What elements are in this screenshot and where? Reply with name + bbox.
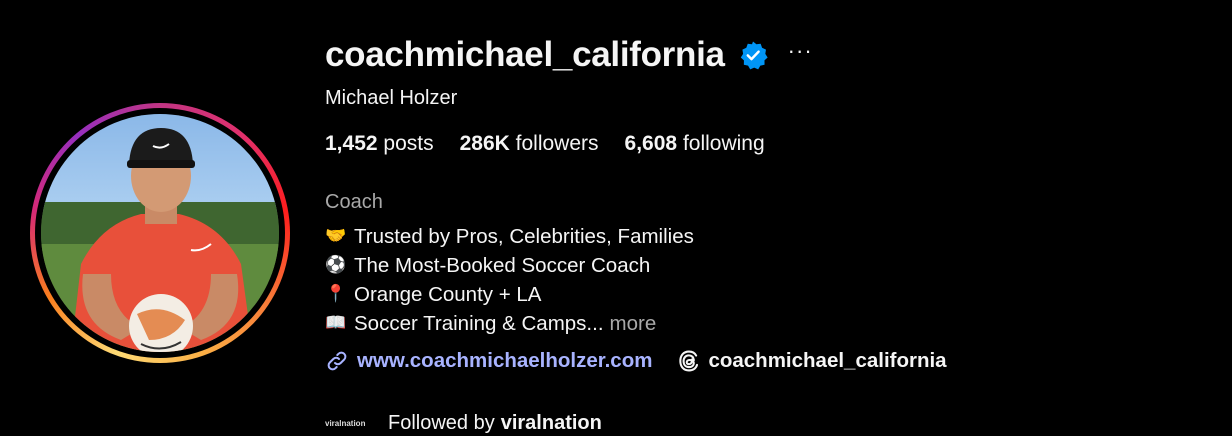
following-count: 6,608	[624, 132, 678, 155]
username: coachmichael_california	[325, 35, 725, 74]
bio-text: Orange County + LA	[354, 283, 542, 306]
bio-text: Trusted by Pros, Celebrities, Families	[354, 225, 694, 248]
followed-by-avatar[interactable]: viralnation	[325, 414, 369, 434]
following-label: following	[682, 132, 765, 155]
following-stat[interactable]: 6,608 following	[625, 132, 765, 156]
verified-badge-icon	[738, 40, 768, 70]
full-name: Michael Holzer	[325, 87, 458, 109]
pin-emoji-icon: 📍	[325, 284, 347, 304]
link-icon	[325, 349, 349, 373]
profile-stats: 1,452 posts 286K followers 6,608 followi…	[325, 132, 1205, 156]
posts-label: posts	[383, 132, 434, 155]
book-emoji-icon: 📖	[325, 313, 347, 333]
threads-link[interactable]: coachmichael_california	[676, 348, 947, 374]
posts-count: 1,452	[325, 132, 378, 155]
bio-more-link[interactable]: more	[610, 309, 657, 338]
followed-by-user-link[interactable]: viralnation	[501, 412, 602, 435]
bio-line: 🤝 Trusted by Pros, Celebrities, Families	[325, 222, 1205, 251]
soccer-ball-emoji-icon: ⚽	[325, 255, 347, 275]
username-row: coachmichael_california ···	[325, 30, 1205, 80]
profile-header: coachmichael_california ··· Michael Holz…	[0, 0, 1232, 436]
followed-by-row: viralnation Followed by viralnation	[325, 412, 1205, 435]
profile-bio: 🤝 Trusted by Pros, Celebrities, Families…	[325, 222, 1205, 338]
threads-icon	[676, 348, 702, 374]
followers-stat[interactable]: 286K followers	[460, 132, 599, 156]
bio-line: 📖 Soccer Training & Camps... more	[325, 309, 1205, 338]
followed-by-prefix: Followed by	[388, 412, 495, 434]
profile-category: Coach	[325, 191, 383, 213]
profile-avatar-story-ring[interactable]	[30, 103, 290, 363]
handshake-emoji-icon: 🤝	[325, 226, 347, 246]
links-row: www.coachmichaelholzer.com coachmichael_…	[325, 348, 1205, 374]
followers-label: followers	[515, 132, 599, 155]
posts-stat[interactable]: 1,452 posts	[325, 132, 434, 156]
more-options-button[interactable]: ···	[788, 40, 813, 70]
website-link[interactable]: www.coachmichaelholzer.com	[325, 349, 652, 373]
bio-line: 📍 Orange County + LA	[325, 280, 1205, 309]
avatar-photo-illustration	[41, 128, 279, 352]
bio-text: Soccer Training & Camps...	[354, 312, 604, 335]
website-url: www.coachmichaelholzer.com	[357, 349, 653, 372]
avatar[interactable]	[41, 114, 279, 352]
followers-count: 286K	[459, 132, 510, 155]
threads-handle: coachmichael_california	[708, 349, 947, 372]
bio-text: The Most-Booked Soccer Coach	[354, 254, 651, 277]
avatar-gap	[35, 108, 285, 358]
profile-info: coachmichael_california ··· Michael Holz…	[325, 30, 1205, 435]
bio-line: ⚽ The Most-Booked Soccer Coach	[325, 251, 1205, 280]
